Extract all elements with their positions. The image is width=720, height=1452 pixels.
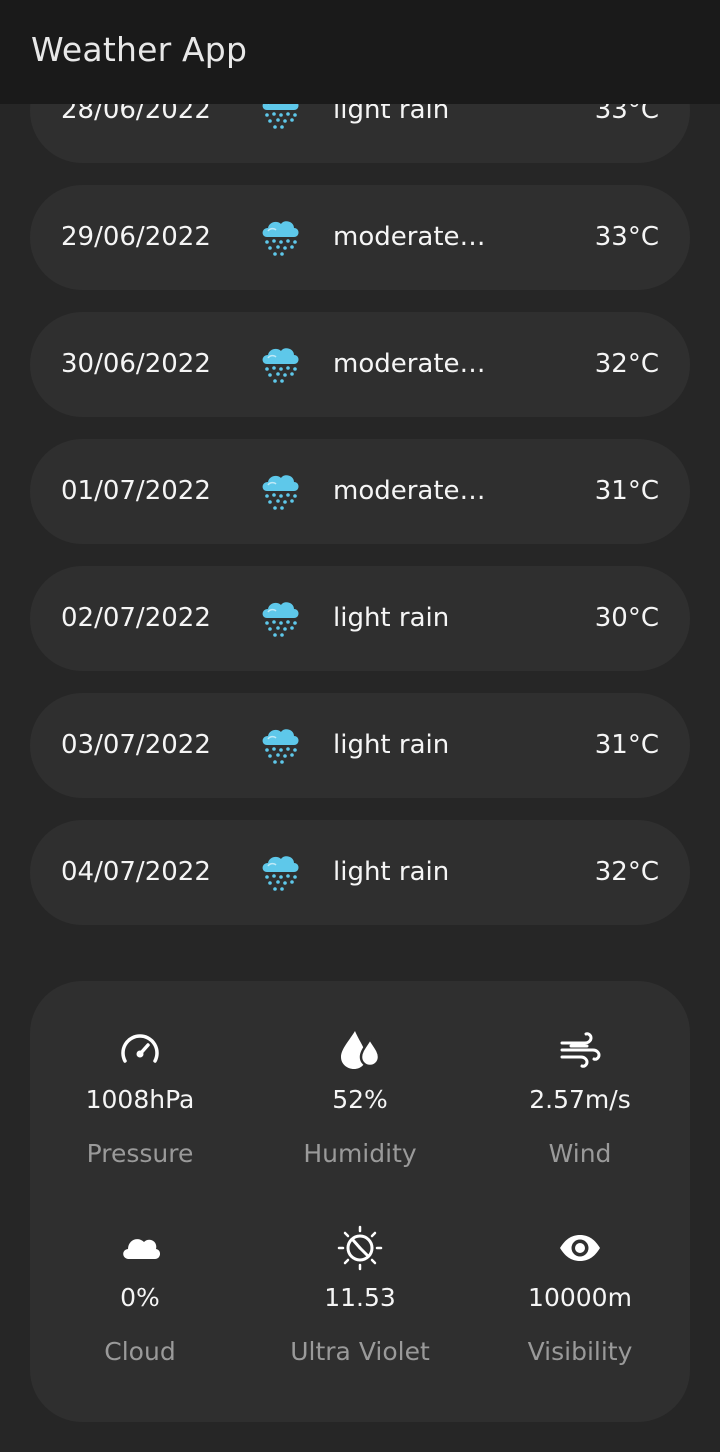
wind-value: 2.57m/s xyxy=(529,1085,631,1114)
forecast-date: 04/07/2022 xyxy=(61,857,211,887)
app-title: Weather App xyxy=(31,30,248,69)
wind-icon xyxy=(560,1032,601,1068)
forecast-description: moderate rain xyxy=(333,476,493,506)
forecast-row[interactable]: 02/07/2022 light rain 30°C xyxy=(30,566,690,671)
forecast-row[interactable]: 01/07/2022 moderate rain 31°C xyxy=(30,439,690,544)
visibility-label: Visibility xyxy=(527,1337,633,1366)
forecast-description: light rain xyxy=(333,603,450,633)
forecast-temp: 31°C xyxy=(594,730,659,760)
rain-cloud-icon xyxy=(258,850,302,894)
cloud-value: 0% xyxy=(120,1283,160,1312)
uv-label: Ultra Violet xyxy=(290,1337,430,1366)
forecast-temp: 30°C xyxy=(594,603,659,633)
forecast-description: light rain xyxy=(333,730,450,760)
cloud-label: Cloud xyxy=(104,1337,176,1366)
forecast-date: 30/06/2022 xyxy=(61,349,211,379)
forecast-date: 03/07/2022 xyxy=(61,730,211,760)
rain-cloud-icon xyxy=(258,469,302,513)
forecast-row[interactable]: 04/07/2022 light rain 32°C xyxy=(30,820,690,925)
forecast-description: moderate rain xyxy=(333,222,493,252)
forecast-description: moderate rain xyxy=(333,349,493,379)
visibility-value: 10000m xyxy=(528,1283,632,1312)
forecast-date: 02/07/2022 xyxy=(61,603,211,633)
forecast-temp: 32°C xyxy=(594,349,659,379)
humidity-value: 52% xyxy=(332,1085,388,1114)
forecast-temp: 32°C xyxy=(594,857,659,887)
pressure-label: Pressure xyxy=(86,1139,194,1168)
rain-cloud-icon xyxy=(258,215,302,259)
uv-value: 11.53 xyxy=(324,1283,396,1312)
rain-cloud-icon xyxy=(258,723,302,767)
cloud-icon xyxy=(123,1239,161,1259)
details-card: 1008hPa Pressure 52% Humidity 2.57m/s Wi… xyxy=(30,981,690,1422)
uv-sun-icon xyxy=(337,1225,383,1271)
water-drops-icon xyxy=(341,1031,381,1069)
forecast-temp: 31°C xyxy=(594,476,659,506)
forecast-date: 01/07/2022 xyxy=(61,476,211,506)
app-bar: Weather App xyxy=(0,0,720,104)
forecast-row[interactable]: 30/06/2022 moderate rain 32°C xyxy=(30,312,690,417)
forecast-temp: 33°C xyxy=(594,222,659,252)
rain-cloud-icon xyxy=(258,342,302,386)
wind-label: Wind xyxy=(548,1139,612,1168)
eye-icon xyxy=(560,1235,600,1261)
pressure-value: 1008hPa xyxy=(85,1085,195,1114)
gauge-icon xyxy=(121,1034,159,1063)
forecast-date: 29/06/2022 xyxy=(61,222,211,252)
forecast-row[interactable]: 03/07/2022 light rain 31°C xyxy=(30,693,690,798)
humidity-label: Humidity xyxy=(303,1139,417,1168)
rain-cloud-icon xyxy=(258,596,302,640)
forecast-row[interactable]: 29/06/2022 moderate rain 33°C xyxy=(30,185,690,290)
forecast-description: light rain xyxy=(333,857,450,887)
